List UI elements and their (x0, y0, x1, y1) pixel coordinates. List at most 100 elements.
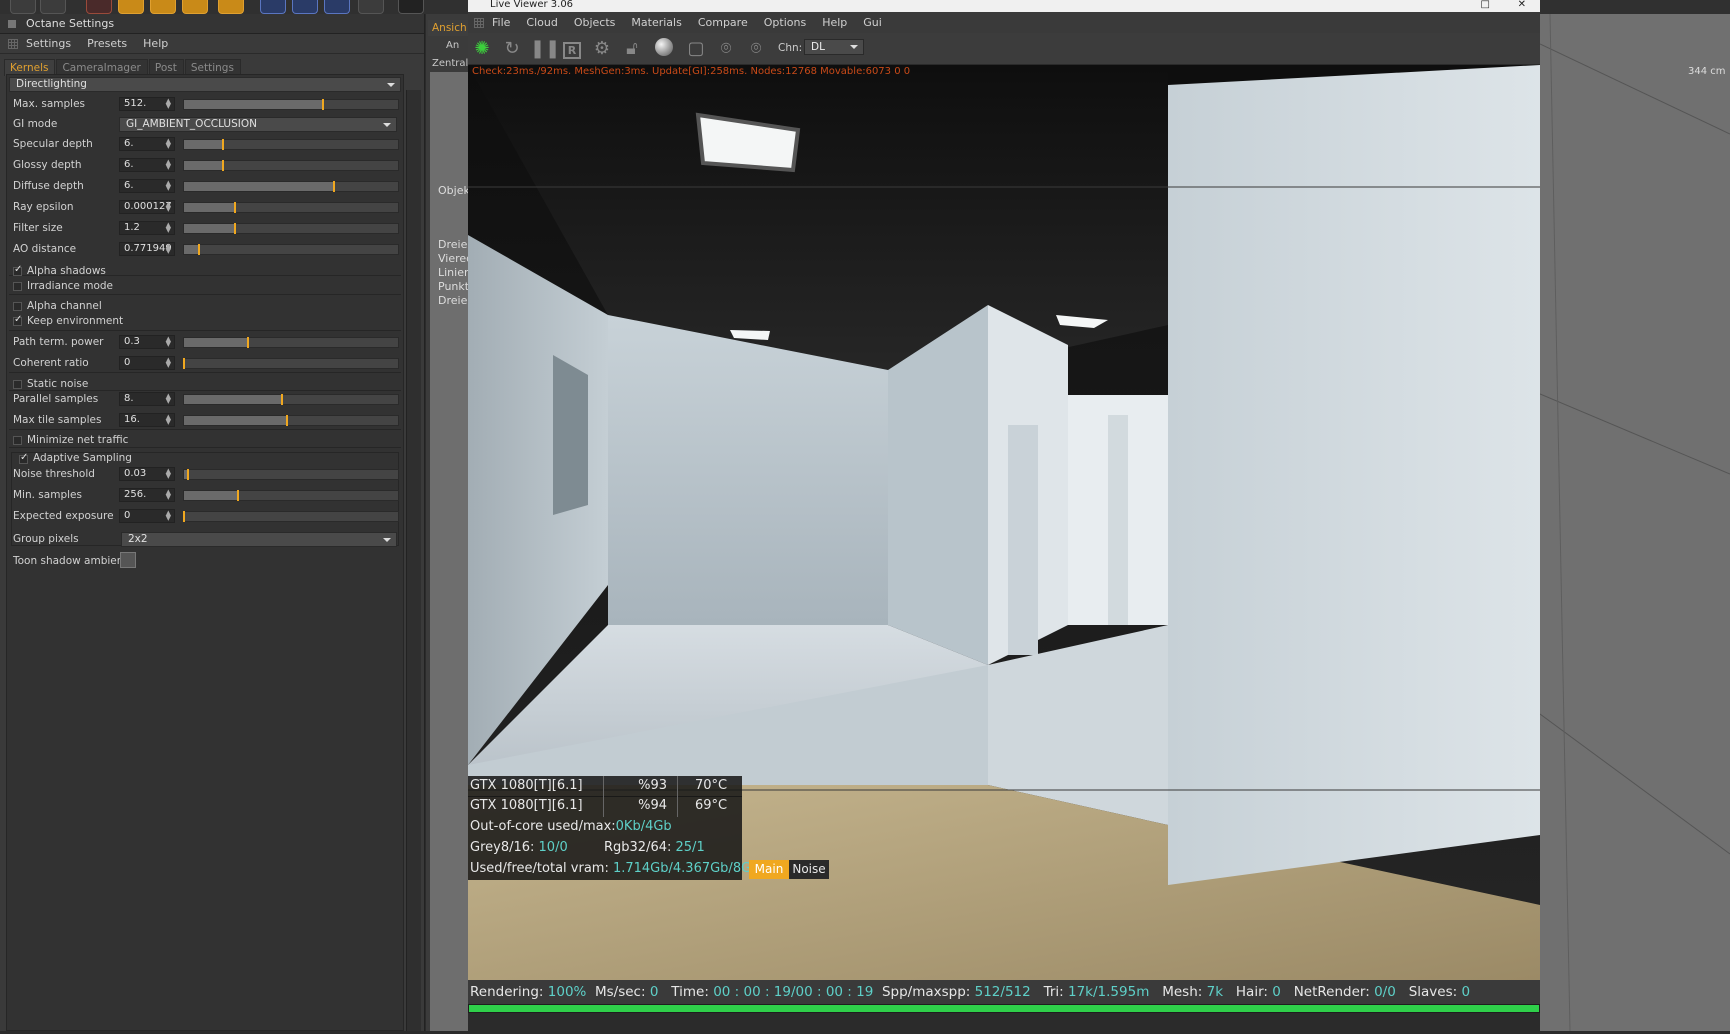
spinner-icon[interactable]: ▲ ▼ (166, 138, 171, 150)
pause-icon[interactable]: ❚❚ (530, 38, 560, 60)
spinner-icon[interactable]: ▲ ▼ (166, 98, 171, 110)
menu-file[interactable]: File (492, 16, 510, 29)
param-slider[interactable] (183, 511, 399, 522)
clay-mode-icon[interactable]: ▢ (684, 38, 708, 60)
material-pick-icon[interactable]: ⌾ (744, 38, 768, 60)
param-slider[interactable] (183, 223, 399, 234)
octane-logo-icon[interactable]: ✺ (470, 38, 494, 60)
slider-handle[interactable] (234, 202, 237, 213)
slider-handle[interactable] (236, 490, 239, 501)
move-button[interactable] (118, 0, 144, 14)
main-view-button[interactable]: Main (749, 860, 789, 879)
render-view-button[interactable] (398, 0, 424, 14)
spinner-icon[interactable]: ▲ ▼ (166, 222, 171, 234)
slider-handle[interactable] (322, 99, 325, 110)
panel-scrollbar[interactable] (406, 90, 421, 1031)
toon-shadow-color-swatch[interactable] (120, 552, 136, 568)
param-slider[interactable] (183, 490, 399, 501)
param-value-field[interactable]: 256. ▲ ▼ (119, 488, 175, 502)
menu-help[interactable]: Help (143, 37, 168, 50)
coordinate-system-button[interactable] (358, 0, 384, 14)
param-slider[interactable] (183, 415, 399, 426)
checkbox[interactable] (13, 436, 22, 445)
checkbox[interactable] (13, 380, 22, 389)
undo-button[interactable] (10, 0, 36, 14)
menu-cloud[interactable]: Cloud (526, 16, 557, 29)
maximize-icon[interactable]: □ (1481, 0, 1490, 10)
param-slider[interactable] (183, 337, 399, 348)
menu-gui[interactable]: Gui (863, 16, 882, 29)
dropdown[interactable]: GI_AMBIENT_OCCLUSION (119, 117, 397, 132)
param-value-field[interactable]: 0 ▲ ▼ (119, 356, 175, 370)
gear-icon[interactable]: ⚙ (590, 38, 614, 60)
region-render-icon[interactable]: R (560, 38, 584, 60)
c4d-viewport-left[interactable]: Objek Dreiec Vierec Linien Punkt Dreiec (430, 72, 473, 1031)
spinner-icon[interactable]: ▲ ▼ (166, 357, 171, 369)
menu-settings[interactable]: Settings (26, 37, 71, 50)
spinner-icon[interactable]: ▲ ▼ (166, 201, 171, 213)
checkbox[interactable] (13, 302, 22, 311)
spinner-icon[interactable]: ▲ ▼ (166, 336, 171, 348)
menu-presets[interactable]: Presets (87, 37, 127, 50)
restart-icon[interactable]: ↻ (500, 38, 524, 60)
param-slider[interactable] (183, 181, 399, 192)
param-value-field[interactable]: 8. ▲ ▼ (119, 392, 175, 406)
param-value-field[interactable]: 0 ▲ ▼ (119, 509, 175, 523)
render-view[interactable]: Check:23ms./92ms. MeshGen:3ms. Update[GI… (468, 65, 1540, 980)
menu-objects[interactable]: Objects (574, 16, 616, 29)
z-axis-button[interactable] (324, 0, 350, 14)
param-value-field[interactable]: 6. ▲ ▼ (119, 179, 175, 193)
tab-ansicht[interactable]: Ansich (428, 20, 471, 36)
spinner-icon[interactable]: ▲ ▼ (166, 243, 171, 255)
param-value-field[interactable]: 512. ▲ ▼ (119, 97, 175, 111)
spinner-icon[interactable]: ▲ ▼ (166, 489, 171, 501)
menu-help[interactable]: Help (822, 16, 847, 29)
kernel-select[interactable]: Directlighting (9, 77, 401, 92)
slider-handle[interactable] (187, 469, 190, 480)
y-axis-button[interactable] (292, 0, 318, 14)
param-slider[interactable] (183, 99, 399, 110)
focus-pick-icon[interactable]: ⌾ (714, 38, 738, 60)
c4d-viewport-right[interactable]: 344 cm (1539, 13, 1730, 1032)
param-value-field[interactable]: 0.03 ▲ ▼ (119, 467, 175, 481)
slider-handle[interactable] (281, 394, 284, 405)
param-slider[interactable] (183, 160, 399, 171)
side-tab-label[interactable]: An (446, 40, 459, 51)
noise-view-button[interactable]: Noise (789, 860, 829, 879)
x-axis-button[interactable] (260, 0, 286, 14)
menu-materials[interactable]: Materials (631, 16, 681, 29)
live-select-button[interactable] (86, 0, 112, 14)
param-value-field[interactable]: 0.3 ▲ ▼ (119, 335, 175, 349)
slider-handle[interactable] (221, 160, 224, 171)
menu-options[interactable]: Options (764, 16, 806, 29)
slider-handle[interactable] (247, 337, 250, 348)
param-value-field[interactable]: 0.771949 ▲ ▼ (119, 242, 175, 256)
param-value-field[interactable]: 6. ▲ ▼ (119, 158, 175, 172)
lock-icon[interactable]: 🔓︎ (620, 38, 644, 60)
checkbox[interactable] (13, 282, 22, 291)
slider-handle[interactable] (234, 223, 237, 234)
param-value-field[interactable]: 16. ▲ ▼ (119, 413, 175, 427)
param-slider[interactable] (183, 358, 399, 369)
spinner-icon[interactable]: ▲ ▼ (166, 510, 171, 522)
param-value-field[interactable]: 0.000127 ▲ ▼ (119, 200, 175, 214)
param-slider[interactable] (183, 469, 399, 480)
param-value-field[interactable]: 6. ▲ ▼ (119, 137, 175, 151)
rotate-button[interactable] (182, 0, 208, 14)
dropdown[interactable]: 2x2 (121, 532, 397, 547)
close-icon[interactable]: ✕ (1518, 0, 1526, 10)
param-slider[interactable] (183, 244, 399, 255)
slider-handle[interactable] (183, 511, 185, 522)
spinner-icon[interactable]: ▲ ▼ (166, 159, 171, 171)
material-ball-icon[interactable] (652, 38, 676, 60)
param-slider[interactable] (183, 394, 399, 405)
spinner-icon[interactable]: ▲ ▼ (166, 180, 171, 192)
param-value-field[interactable]: 1.2 ▲ ▼ (119, 221, 175, 235)
channel-select[interactable]: DL (804, 39, 864, 55)
spinner-icon[interactable]: ▲ ▼ (166, 414, 171, 426)
param-slider[interactable] (183, 202, 399, 213)
menu-compare[interactable]: Compare (698, 16, 748, 29)
redo-button[interactable] (40, 0, 66, 14)
transform-button[interactable] (218, 0, 244, 14)
checkbox[interactable] (13, 314, 22, 326)
